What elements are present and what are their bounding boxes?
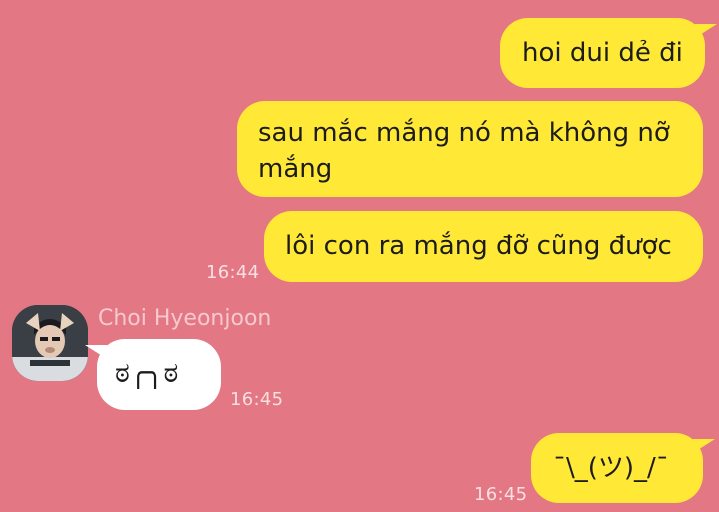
message-text: ¯\_(ツ)_/¯ — [553, 453, 669, 483]
sender-name: Choi Hyeonjoon — [98, 306, 272, 331]
incoming-message-bubble[interactable]: ಠ╭╮ಠ — [85, 339, 221, 410]
message-timestamp: 16:45 — [230, 389, 284, 410]
profile-photo-icon — [12, 305, 88, 381]
message-text: ಠ╭╮ಠ — [115, 356, 179, 389]
message-timestamp: 16:44 — [206, 262, 260, 283]
message-text: sau mắc mắng nó mà không nỡ mắng — [258, 118, 670, 184]
message-text: lôi con ra mắng đỡ cũng được — [285, 231, 672, 261]
contact-avatar[interactable] — [12, 305, 88, 381]
chat-thread: hoi dui dẻ đi sau mắc mắng nó mà không n… — [0, 0, 719, 512]
outgoing-message-bubble[interactable]: ¯\_(ツ)_/¯ — [531, 433, 715, 503]
outgoing-message-bubble[interactable]: lôi con ra mắng đỡ cũng được — [264, 211, 703, 282]
message-timestamp: 16:45 — [474, 484, 528, 505]
outgoing-message-bubble[interactable]: hoi dui dẻ đi — [500, 18, 717, 88]
outgoing-message-bubble[interactable]: sau mắc mắng nó mà không nỡ mắng — [237, 101, 703, 197]
message-text: hoi dui dẻ đi — [522, 38, 683, 68]
